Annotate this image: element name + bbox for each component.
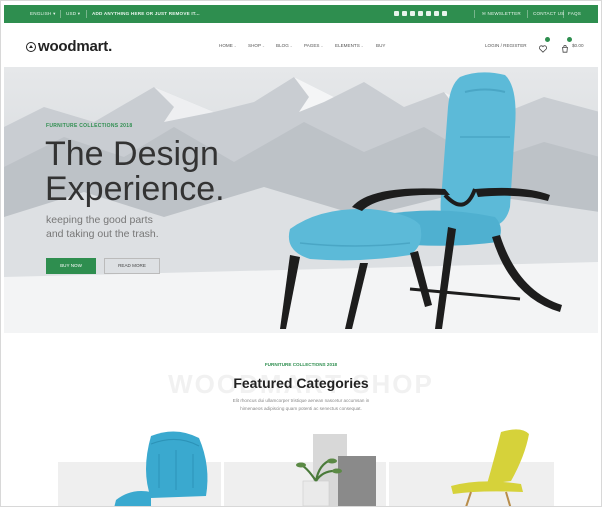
contact-link[interactable]: CONTACT US	[533, 5, 564, 23]
hero-subtitle-line: and taking out the trash.	[46, 228, 159, 240]
divider	[474, 10, 475, 18]
divider	[527, 10, 528, 18]
featured-kicker: FURNITURE COLLECTIONS 2018	[264, 362, 338, 367]
divider	[60, 10, 61, 18]
chevron-down-icon: ⌄	[360, 44, 364, 48]
login-register-link[interactable]: LOGIN / REGISTER	[485, 43, 527, 48]
newsletter-label: NEWSLETTER	[487, 11, 521, 16]
cart-badge	[567, 37, 572, 42]
chevron-down-icon: ⌄	[289, 44, 293, 48]
planters-image	[296, 434, 376, 506]
pinterest-icon[interactable]	[442, 11, 447, 16]
divider	[86, 10, 87, 18]
facebook-icon[interactable]	[394, 11, 399, 16]
nav-label: HOME	[219, 43, 233, 48]
nav-label: PAGES	[304, 43, 320, 48]
hero-title: The Design Experience.	[45, 137, 225, 207]
faq-link[interactable]: FAQS	[568, 5, 581, 23]
hero-kicker: FURNITURE COLLECTIONS 2018	[46, 123, 133, 129]
chevron-down-icon: ⌄	[262, 44, 266, 48]
mail-icon: ✉	[482, 11, 487, 16]
featured-description: Elit rhoncus dui ullamcorper tristique a…	[1, 397, 601, 413]
site-header: woodmart. HOME⌄ SHOP⌄ BLOG⌄ PAGES⌄ ELEME…	[4, 23, 598, 67]
cart-icon[interactable]	[561, 37, 572, 53]
twitter-icon[interactable]	[402, 11, 407, 16]
nav-label: BLOG	[276, 43, 289, 48]
logo-icon	[26, 42, 36, 52]
language-select[interactable]: ENGLISH ▾	[30, 5, 56, 23]
wishlist-icon[interactable]	[539, 37, 550, 53]
hero-subtitle-line: keeping the good parts	[46, 214, 153, 226]
nav-buy[interactable]: BUY	[376, 43, 385, 48]
hero-subtitle: keeping the good parts and taking out th…	[46, 213, 159, 241]
logo[interactable]: woodmart.	[26, 38, 112, 55]
hero-title-line: Experience.	[45, 170, 225, 208]
instagram-icon[interactable]	[426, 11, 431, 16]
chevron-down-icon: ▾	[53, 11, 56, 16]
buy-now-button[interactable]: BUY NOW	[46, 258, 96, 274]
yellow-chair-image	[451, 429, 529, 506]
nav-home[interactable]: HOME⌄	[219, 43, 237, 48]
logo-text: woodmart.	[38, 38, 113, 55]
read-more-button[interactable]: READ MORE	[104, 258, 160, 274]
hero-banner: FURNITURE COLLECTIONS 2018 The Design Ex…	[4, 67, 598, 333]
top-bar: ENGLISH ▾ USD ▾ ADD ANYTHING HERE OR JUS…	[4, 5, 598, 23]
google-plus-icon[interactable]	[410, 11, 415, 16]
nav-label: SHOP	[248, 43, 262, 48]
blue-armchair-image	[114, 431, 208, 506]
nav-pages[interactable]: PAGES⌄	[304, 43, 324, 48]
nav-blog[interactable]: BLOG⌄	[276, 43, 293, 48]
featured-description-line: himenaeos adipiscing quam potenti ac sen…	[240, 406, 362, 411]
nav-shop[interactable]: SHOP⌄	[248, 43, 265, 48]
currency-select[interactable]: USD ▾	[66, 5, 80, 23]
promo-text: ADD ANYTHING HERE OR JUST REMOVE IT...	[92, 11, 200, 16]
divider	[563, 10, 564, 18]
cart-total[interactable]: $0.00	[572, 43, 584, 48]
nav-label: ELEMENTS	[335, 43, 360, 48]
featured-title: Featured Categories	[233, 375, 369, 391]
lounge-chair-image	[280, 72, 562, 329]
currency-label: USD	[66, 11, 77, 16]
newsletter-link[interactable]: ✉ NEWSLETTER	[482, 5, 521, 23]
nav-elements[interactable]: ELEMENTS⌄	[335, 43, 364, 48]
chevron-down-icon: ⌄	[233, 44, 237, 48]
youtube-icon[interactable]	[434, 11, 439, 16]
chevron-down-icon: ▾	[77, 11, 81, 16]
featured-description-line: Elit rhoncus dui ullamcorper tristique a…	[232, 398, 370, 403]
language-label: ENGLISH	[30, 11, 52, 16]
hero-title-line: The Design	[45, 135, 219, 173]
email-icon[interactable]	[418, 11, 423, 16]
page: ENGLISH ▾ USD ▾ ADD ANYTHING HERE OR JUS…	[0, 0, 602, 507]
category-images	[114, 429, 529, 506]
chevron-down-icon: ⌄	[320, 44, 324, 48]
wishlist-badge	[545, 37, 550, 42]
